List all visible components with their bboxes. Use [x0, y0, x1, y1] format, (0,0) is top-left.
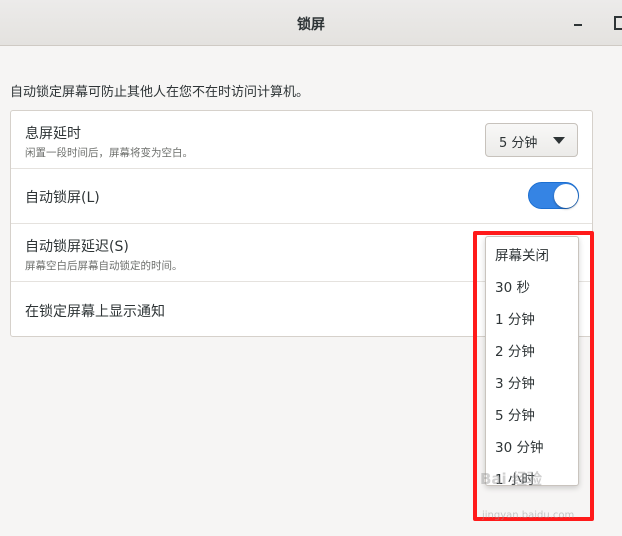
watermark-url: jingyan.baidu.com — [482, 510, 575, 521]
chevron-down-icon — [553, 137, 565, 144]
minimize-button[interactable] — [570, 12, 586, 32]
blank-screen-delay-combo[interactable]: 5 分钟 — [485, 123, 578, 157]
lock-delay-subtitle: 屏幕空白后屏幕自动锁定的时间。 — [25, 260, 183, 272]
page-description: 自动锁定屏幕可防止其他人在您不在时访问计算机。 — [10, 85, 310, 100]
auto-lock-row: 自动锁屏(L) — [11, 169, 592, 224]
auto-lock-switch[interactable] — [528, 182, 579, 209]
blank-screen-title: 息屏延时 — [25, 126, 81, 142]
blank-screen-delay-value: 5 分钟 — [499, 136, 538, 151]
blank-screen-row: 息屏延时 闲置一段时间后，屏幕将变为空白。 5 分钟 — [11, 111, 592, 169]
watermark-logo: Bai 经验 — [480, 470, 542, 488]
title-bar: 锁屏 — [0, 0, 622, 46]
window-title: 锁屏 — [297, 17, 325, 33]
switch-knob — [554, 184, 578, 208]
show-notifications-title: 在锁定屏幕上显示通知 — [25, 304, 165, 320]
lock-delay-title: 自动锁屏延迟(S) — [25, 239, 129, 255]
blank-screen-subtitle: 闲置一段时间后，屏幕将变为空白。 — [25, 147, 193, 159]
maximize-button[interactable] — [612, 12, 622, 32]
auto-lock-title: 自动锁屏(L) — [25, 190, 100, 206]
